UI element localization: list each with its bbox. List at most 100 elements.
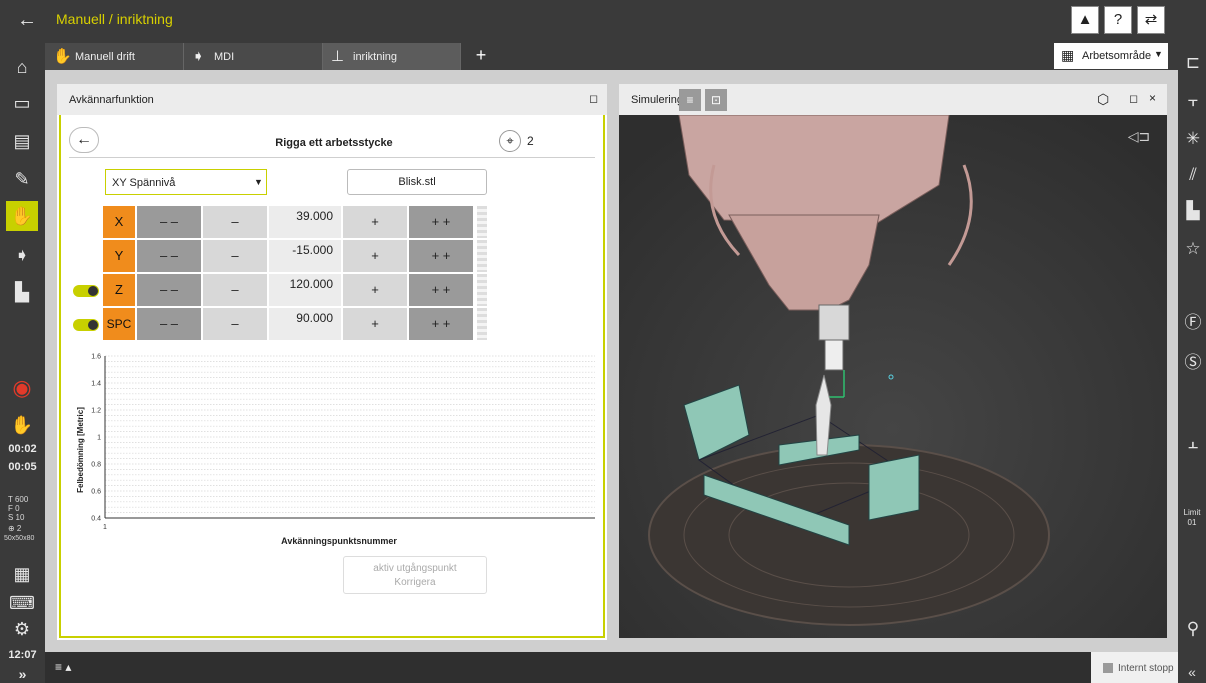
- simulation-panel: Simulering ≡ ⊡ ⬡ ◻ × ◁⊐: [619, 84, 1167, 638]
- spc-fast-minus-button[interactable]: – –: [137, 308, 201, 340]
- y-value[interactable]: -15.000: [269, 240, 341, 272]
- settings-gear-icon[interactable]: ⚙: [6, 614, 38, 644]
- stop-square-icon: [1103, 663, 1113, 673]
- axis-y-label[interactable]: Y: [103, 240, 135, 272]
- chart-x-label: Avkänningspunktsnummer: [281, 536, 397, 546]
- chevron-down-icon: ▼: [1154, 49, 1163, 59]
- status-feed: F 0: [8, 504, 20, 513]
- x-tick-label: 1: [103, 524, 107, 531]
- panel-toggle-icon[interactable]: ⊏: [1180, 50, 1206, 76]
- help-icon[interactable]: ?: [1104, 6, 1132, 34]
- y-scrollbar[interactable]: [477, 240, 487, 272]
- internal-stop-indicator: Internt stopp: [1091, 652, 1178, 683]
- simulation-viewport[interactable]: ◁⊐: [619, 115, 1167, 638]
- axis-lock-icon[interactable]: ⫽: [1180, 162, 1206, 188]
- probing-panel-title: Avkännarfunktion: [69, 94, 154, 106]
- probing-panel: Avkännarfunktion ◻ ← Rigga ett arbetssty…: [57, 84, 607, 640]
- tool-holder: [818, 304, 850, 341]
- y-minus-button[interactable]: –: [203, 240, 267, 272]
- timer-1: 00:02: [8, 443, 37, 455]
- spc-fast-plus-button[interactable]: + +: [409, 308, 473, 340]
- axis-z-label[interactable]: Z: [103, 274, 135, 306]
- x-fast-plus-button[interactable]: + +: [409, 206, 473, 238]
- z-minus-button[interactable]: –: [203, 274, 267, 306]
- user-icon[interactable]: ⚲: [1180, 616, 1206, 642]
- y-fast-plus-button[interactable]: + +: [409, 240, 473, 272]
- machine-params-icon[interactable]: ▙: [1180, 198, 1206, 224]
- back-arrow-icon[interactable]: ←: [14, 8, 40, 32]
- x-scrollbar[interactable]: [477, 206, 487, 238]
- tab-manual-mode[interactable]: ✋ Manuell drift: [45, 43, 184, 70]
- model-file-button[interactable]: Blisk.stl: [347, 169, 487, 195]
- view-cube-icon[interactable]: ◁⊐: [1128, 129, 1151, 145]
- home-icon[interactable]: ⌂: [6, 52, 38, 82]
- z-fast-plus-button[interactable]: + +: [409, 274, 473, 306]
- manual-hand-icon[interactable]: ✋: [6, 201, 38, 231]
- title-bar: ← Manuell / inriktning ▲ ? ⇄: [0, 0, 1206, 40]
- y-plus-button[interactable]: +: [343, 240, 407, 272]
- workspace-dropdown[interactable]: ▦ Arbetsområde ▼: [1054, 43, 1168, 69]
- spc-toggle[interactable]: [73, 319, 99, 331]
- coolant-icon[interactable]: ✳: [1180, 126, 1206, 152]
- spc-value[interactable]: 90.000: [269, 308, 341, 340]
- expand-icon[interactable]: »: [0, 666, 45, 682]
- list-view-icon[interactable]: ≡: [679, 89, 701, 111]
- probing-panel-header: Avkännarfunktion ◻: [57, 84, 607, 115]
- calculator-icon[interactable]: ▦: [6, 559, 38, 589]
- bottom-menu-button[interactable]: ≡ ▴: [55, 660, 71, 674]
- y-tick-label: 1: [97, 435, 101, 442]
- maximize-icon[interactable]: ◻: [1129, 92, 1138, 105]
- maximize-icon[interactable]: ◻: [589, 92, 598, 105]
- status-preset: ⊕ 2: [8, 524, 22, 533]
- 3d-view-icon[interactable]: ⬡: [1097, 91, 1109, 108]
- probe-point-count: 2: [527, 134, 534, 148]
- axis-x-label[interactable]: X: [103, 206, 135, 238]
- z-plus-button[interactable]: +: [343, 274, 407, 306]
- header-divider: [69, 157, 595, 158]
- probing-body: ← Rigga ett arbetsstycke ⌖ 2 XY Spännivå…: [59, 115, 605, 638]
- add-tab-icon[interactable]: +: [471, 44, 491, 66]
- chevron-down-icon: ▼: [254, 177, 263, 187]
- favorite-star-icon[interactable]: ☆: [1180, 236, 1206, 262]
- spindle-override-icon[interactable]: Ⓢ: [1180, 350, 1206, 376]
- limit-switch-icon[interactable]: ⫠: [1180, 430, 1206, 456]
- correct-preset-button[interactable]: aktiv utgångspunkt Korrigera: [343, 556, 487, 594]
- x-plus-button[interactable]: +: [343, 206, 407, 238]
- clock: 12:07: [8, 649, 37, 661]
- spc-plus-button[interactable]: +: [343, 308, 407, 340]
- spc-minus-button[interactable]: –: [203, 308, 267, 340]
- limit-value: 01: [1187, 518, 1197, 527]
- axis-spc-label[interactable]: SPC: [103, 308, 135, 340]
- probe-tool-icon[interactable]: ⫟: [1180, 88, 1206, 114]
- tab-setup[interactable]: ⊥ inriktning: [323, 43, 461, 70]
- spc-scrollbar[interactable]: [477, 308, 487, 340]
- collapse-icon[interactable]: «: [1178, 664, 1206, 680]
- bottom-bar: ≡ ▴ Internt stopp: [45, 652, 1178, 683]
- x-fast-minus-button[interactable]: – –: [137, 206, 201, 238]
- feed-override-icon[interactable]: Ⓕ: [1180, 310, 1206, 336]
- switch-window-icon[interactable]: ⇄: [1137, 6, 1165, 34]
- y-fast-minus-button[interactable]: – –: [137, 240, 201, 272]
- x-value[interactable]: 39.000: [269, 206, 341, 238]
- table-icon[interactable]: ▤: [6, 126, 38, 156]
- tab-mdi[interactable]: ➧ MDI: [184, 43, 323, 70]
- y-tick-label: 0.4: [91, 516, 101, 523]
- toolbox-icon[interactable]: ⊡: [705, 89, 727, 111]
- timer-2: 00:05: [8, 461, 37, 473]
- close-icon[interactable]: ×: [1149, 91, 1156, 105]
- z-fast-minus-button[interactable]: – –: [137, 274, 201, 306]
- machine-icon[interactable]: ▙: [6, 277, 38, 307]
- z-scrollbar[interactable]: [477, 274, 487, 306]
- stop-icon[interactable]: ◉: [6, 373, 38, 403]
- left-sidebar: ⌂ ▭ ▤ ✎ ✋ ➧ ▙ ◉ ✋ 00:02 00:05 T 600 F 0 …: [0, 40, 45, 683]
- warning-icon[interactable]: ▲: [1071, 6, 1099, 34]
- z-value[interactable]: 120.000: [269, 274, 341, 306]
- program-edit-icon[interactable]: ✎: [6, 164, 38, 194]
- program-run-icon[interactable]: ➧: [6, 240, 38, 270]
- x-minus-button[interactable]: –: [203, 206, 267, 238]
- folder-icon[interactable]: ▭: [6, 88, 38, 118]
- layout-icon: ▦: [1061, 47, 1075, 63]
- plane-select[interactable]: XY Spännivå ▼: [105, 169, 267, 195]
- z-toggle[interactable]: [73, 285, 99, 297]
- y-tick-label: 0.6: [91, 489, 101, 496]
